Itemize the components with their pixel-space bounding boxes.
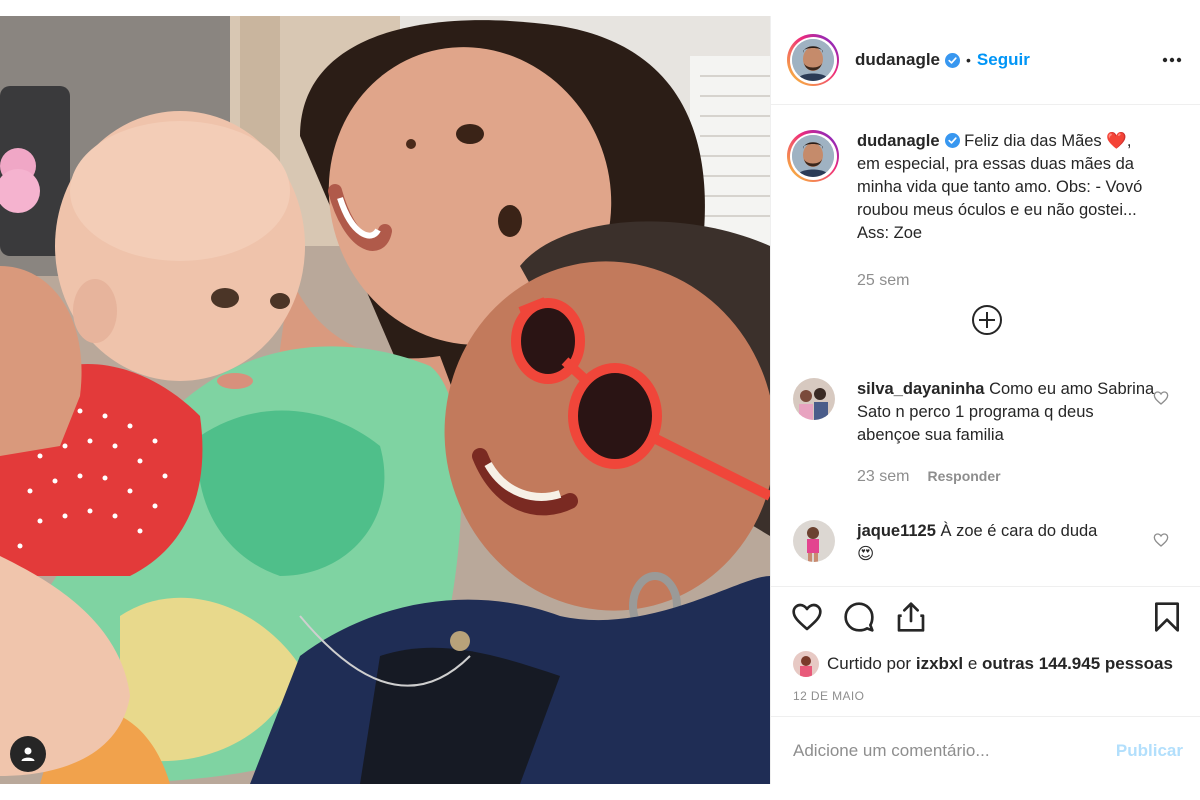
- caption-username[interactable]: dudanagle: [857, 132, 940, 150]
- post-actions: Curtido por izxbxl e outras 144.945 pess…: [771, 586, 1200, 716]
- comment-meta: 23 sem Responder: [857, 468, 1001, 486]
- heart-emoji: ❤️: [1106, 132, 1127, 150]
- caption-author-avatar[interactable]: [787, 130, 839, 182]
- liker-avatar-image: [793, 651, 819, 677]
- post-header: dudanagle • Seguir: [771, 16, 1200, 105]
- commenter-username[interactable]: silva_dayaninha: [857, 380, 984, 398]
- author-username[interactable]: dudanagle: [855, 50, 940, 70]
- comment-bubble-icon[interactable]: [843, 601, 875, 633]
- load-more-comments-icon[interactable]: [971, 304, 1003, 336]
- heart-eyes-emoji: 😍: [857, 545, 875, 563]
- caption-body-start: Feliz dia das Mães: [964, 132, 1102, 150]
- like-comment-heart-icon[interactable]: [1153, 390, 1169, 406]
- tagged-users-button[interactable]: [10, 736, 46, 772]
- caption-verified-badge-icon: [944, 133, 960, 148]
- reply-button[interactable]: Responder: [927, 468, 1000, 484]
- commenter-avatar[interactable]: [793, 378, 835, 420]
- likes-conjunction: e: [967, 654, 978, 673]
- likes-summary: Curtido por izxbxl e outras 144.945 pess…: [793, 651, 1173, 677]
- caption-time[interactable]: 25 sem: [857, 272, 909, 290]
- author-avatar[interactable]: [787, 34, 839, 86]
- comment-time[interactable]: 23 sem: [857, 468, 909, 485]
- comments-section: dudanagle Feliz dia das Mães ❤️, em espe…: [771, 106, 1200, 586]
- post-side-panel: dudanagle • Seguir dudanagle Feliz dia d…: [770, 16, 1200, 784]
- post-photo[interactable]: [0, 16, 770, 784]
- save-bookmark-icon[interactable]: [1153, 601, 1181, 633]
- more-options-icon[interactable]: [1162, 50, 1182, 70]
- commenter-avatar-image: [793, 378, 835, 420]
- comment-body: À zoe é cara do duda: [940, 522, 1098, 540]
- follow-button[interactable]: Seguir: [977, 50, 1030, 70]
- like-heart-icon[interactable]: [791, 601, 823, 633]
- comment-text: jaque1125 À zoe é cara do duda 😍: [857, 520, 1157, 566]
- share-upload-icon[interactable]: [895, 601, 927, 633]
- likes-others-link[interactable]: outras 144.945 pessoas: [982, 654, 1173, 674]
- caption-avatar-image: [792, 135, 834, 177]
- post-date[interactable]: 12 DE MAIO: [793, 689, 864, 703]
- add-comment-bar: Publicar: [771, 716, 1200, 784]
- comment-text: silva_dayaninha Como eu amo Sabrina Sato…: [857, 378, 1157, 447]
- commenter-avatar[interactable]: [793, 520, 835, 562]
- verified-badge-icon: [945, 52, 961, 68]
- header-separator: •: [966, 52, 971, 68]
- publish-button[interactable]: Publicar: [1116, 741, 1183, 761]
- photo-illustration: [0, 16, 770, 784]
- like-comment-heart-icon[interactable]: [1153, 532, 1169, 548]
- comment-input[interactable]: [793, 740, 1116, 761]
- commenter-username[interactable]: jaque1125: [857, 522, 936, 540]
- author-avatar-image: [792, 39, 834, 81]
- caption-text: dudanagle Feliz dia das Mães ❤️, em espe…: [857, 130, 1157, 245]
- likes-prefix: Curtido por: [827, 654, 912, 673]
- liker-avatar[interactable]: [793, 651, 819, 677]
- user-icon: [21, 747, 35, 761]
- liker-username[interactable]: izxbxl: [916, 654, 963, 674]
- commenter-avatar-image: [793, 520, 835, 562]
